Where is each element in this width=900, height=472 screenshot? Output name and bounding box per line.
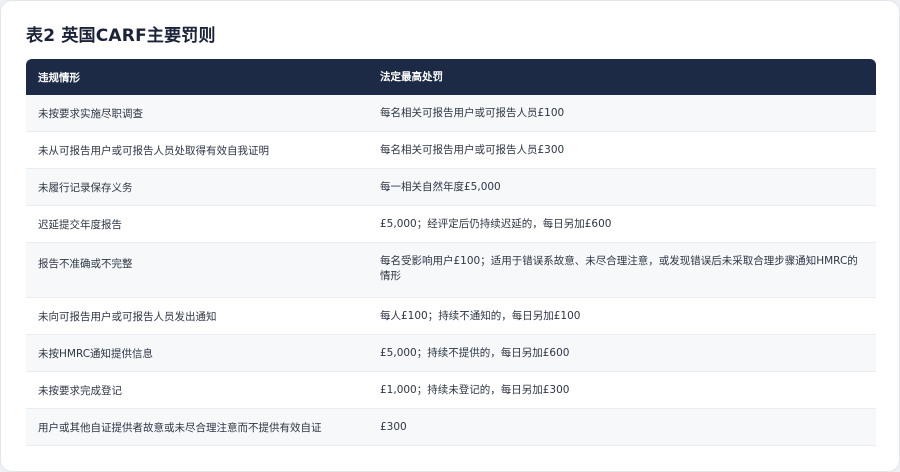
penalty-cell: 每名受影响用户£100；适用于错误系故意、未尽合理注意，或发现错误后未采取合理步… [380,255,858,282]
table-row: 未按要求完成登记 £1,000；持续未登记的，每日另加£300 [26,372,876,409]
penalty-cell: £300 [380,420,407,433]
table-row: 未按要求实施尽职调查 每名相关可报告用户或可报告人员£100 [26,95,876,132]
table-row: 报告不准确或不完整 每名受影响用户£100；适用于错误系故意、未尽合理注意，或发… [26,243,876,298]
violation-cell: 未履行记录保存义务 [38,181,133,194]
penalty-cell: £5,000；持续不提供的，每日另加£600 [380,346,570,359]
penalty-table: 违规情形 法定最高处罚 未按要求实施尽职调查 每名相关可报告用户或可报告人员£1… [26,59,876,446]
header-violation: 违规情形 [38,71,80,84]
violation-cell: 用户或其他自证提供者故意或未尽合理注意而不提供有效自证 [38,421,322,434]
penalty-cell: £5,000；经评定后仍持续迟延的，每日另加£600 [380,217,612,230]
table-body: 未按要求实施尽职调查 每名相关可报告用户或可报告人员£100 未从可报告用户或可… [26,95,876,446]
table-row: 用户或其他自证提供者故意或未尽合理注意而不提供有效自证 £300 [26,409,876,446]
table-row: 未从可报告用户或可报告人员处取得有效自我证明 每名相关可报告用户或可报告人员£3… [26,132,876,169]
table-row: 迟延提交年度报告 £5,000；经评定后仍持续迟延的，每日另加£600 [26,206,876,243]
table-header-row: 违规情形 法定最高处罚 [26,59,876,95]
penalty-cell: 每人£100；持续不通知的，每日另加£100 [380,309,581,322]
header-penalty: 法定最高处罚 [380,70,443,83]
table-row: 未按HMRC通知提供信息 £5,000；持续不提供的，每日另加£600 [26,335,876,372]
penalty-cell: 每名相关可报告用户或可报告人员£300 [380,143,565,156]
penalty-cell: 每名相关可报告用户或可报告人员£100 [380,106,565,119]
penalty-cell: 每一相关自然年度£5,000 [380,180,501,193]
violation-cell: 未按要求完成登记 [38,384,122,397]
violation-cell: 未按要求实施尽职调查 [38,107,143,120]
penalty-cell: £1,000；持续未登记的，每日另加£300 [380,383,570,396]
violation-cell: 未按HMRC通知提供信息 [38,347,154,360]
table-row: 未向可报告用户或可报告人员发出通知 每人£100；持续不通知的，每日另加£100 [26,298,876,335]
table-card: 表2 英国CARF主要罚则 违规情形 法定最高处罚 未按要求实施尽职调查 每名相… [0,0,900,472]
page-title: 表2 英国CARF主要罚则 [26,26,216,46]
violation-cell: 迟延提交年度报告 [38,218,122,231]
table-row: 未履行记录保存义务 每一相关自然年度£5,000 [26,169,876,206]
violation-cell: 未向可报告用户或可报告人员发出通知 [38,310,217,323]
violation-cell: 报告不准确或不完整 [38,258,133,270]
violation-cell: 未从可报告用户或可报告人员处取得有效自我证明 [38,144,269,157]
